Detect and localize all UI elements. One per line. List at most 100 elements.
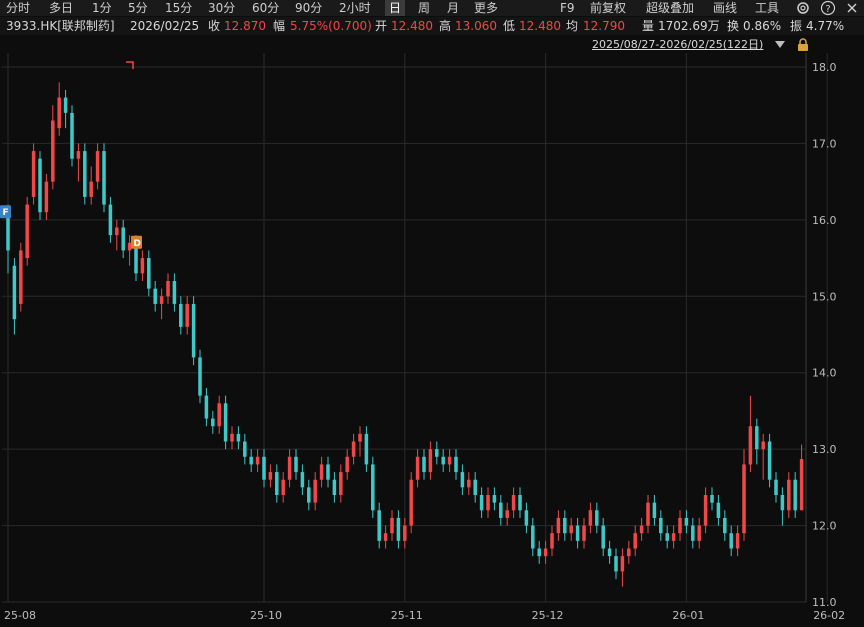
turnover-value: 0.86% [743, 19, 782, 33]
period-tab-15min[interactable]: 15分 [165, 0, 192, 16]
candle-body [38, 158, 42, 213]
tools-button[interactable]: 工具 [755, 0, 779, 16]
period-tab-multi-day[interactable]: 多日 [49, 0, 73, 16]
candle-body [179, 303, 183, 327]
candle-body [543, 548, 548, 557]
lock-icon[interactable] [796, 38, 810, 52]
period-tab-week[interactable]: 周 [418, 0, 430, 16]
candle [716, 495, 721, 526]
period-tab-month[interactable]: 月 [447, 0, 459, 16]
period-tab-30min[interactable]: 30分 [208, 0, 235, 16]
dropdown-arrow-icon[interactable] [774, 40, 786, 50]
candle [742, 449, 746, 541]
close-icon[interactable] [844, 0, 860, 16]
candle [620, 548, 625, 587]
candle [166, 273, 170, 304]
candle-body [191, 303, 196, 358]
f9-button[interactable]: F9 [560, 0, 575, 16]
candle-body [735, 533, 740, 549]
candle-body [428, 449, 433, 473]
settings-icon[interactable] [795, 0, 811, 16]
candle [518, 487, 522, 518]
candle-body [185, 303, 189, 327]
candle [601, 517, 605, 557]
period-tab-1min[interactable]: 1分 [92, 0, 112, 16]
candle [563, 510, 567, 541]
marker-label: F [3, 208, 9, 218]
date-range-selector[interactable]: 2025/08/27-2026/02/25(122日) [592, 37, 763, 53]
candle [473, 472, 477, 503]
candle-body [332, 479, 337, 495]
candle [319, 456, 324, 488]
candle [697, 517, 701, 549]
candle-body [563, 517, 567, 534]
candle [639, 517, 644, 541]
candle-body [486, 495, 490, 511]
period-tab-day[interactable]: 日 [385, 0, 406, 16]
candle [185, 296, 189, 335]
candle [511, 487, 516, 518]
candle-body [716, 502, 721, 518]
candle-body [499, 502, 503, 518]
candle-body [70, 112, 74, 159]
candle-body [652, 502, 657, 518]
candle-body [435, 449, 439, 457]
candle-body [396, 517, 401, 541]
period-tab-more[interactable]: 更多 [474, 0, 498, 16]
candle [262, 449, 266, 488]
volume-value: 1702.69万 [658, 19, 720, 33]
help-icon[interactable]: ? [820, 0, 836, 16]
y-tick-label: 15.0 [812, 290, 837, 303]
candle-body [620, 556, 625, 572]
candle-body [761, 441, 765, 450]
draw-button[interactable]: 画线 [713, 0, 737, 16]
candle-body [665, 533, 669, 541]
candle [569, 517, 573, 541]
candle-body [108, 204, 113, 236]
x-tick-label: 26-01 [672, 609, 704, 622]
stock-symbol: 3933.HK[联邦制药] [6, 19, 115, 33]
y-tick-label: 18.0 [812, 61, 837, 74]
period-tab-5min[interactable]: 5分 [128, 0, 148, 16]
candle-body [460, 472, 465, 488]
candle-body [607, 548, 612, 557]
candle-body [748, 426, 753, 465]
candle-body [345, 456, 349, 473]
candle [371, 456, 375, 518]
candle [627, 540, 631, 564]
marker-label: D [134, 239, 141, 249]
candle [230, 426, 234, 450]
candle [191, 296, 196, 366]
candle-body [153, 288, 157, 304]
candle [755, 418, 759, 465]
period-tab-90min[interactable]: 90分 [295, 0, 322, 16]
candle-body [710, 495, 714, 503]
candle [710, 487, 714, 511]
candlestick-chart[interactable]: 11.012.013.014.015.016.017.018.0 25-08 25… [0, 53, 864, 627]
candle [537, 540, 541, 564]
candle-body [659, 517, 663, 534]
high-label: 高 [439, 19, 452, 33]
period-tab-intraday[interactable]: 分时 [6, 0, 30, 16]
candle-body [409, 479, 413, 526]
candle [588, 502, 593, 534]
candle-body [51, 120, 55, 182]
period-tab-60min[interactable]: 60分 [252, 0, 279, 16]
candle [204, 388, 209, 427]
quote-date: 2026/02/25 [130, 19, 200, 33]
period-tab-2hour[interactable]: 2小时 [339, 0, 371, 16]
avg-value: 12.790 [583, 19, 625, 33]
candle-body [793, 479, 797, 511]
avg-label: 均 [566, 19, 579, 33]
candle [703, 487, 708, 534]
candle [83, 143, 87, 205]
candle-body [415, 456, 420, 480]
open-label: 开 [375, 19, 388, 33]
candle [172, 273, 177, 312]
candle-body [371, 464, 375, 511]
candle-body [230, 433, 234, 442]
candle [467, 472, 471, 495]
adjust-button[interactable]: 前复权 [590, 0, 626, 16]
candle-body [249, 456, 253, 465]
overlay-button[interactable]: 超级叠加 [646, 0, 694, 16]
